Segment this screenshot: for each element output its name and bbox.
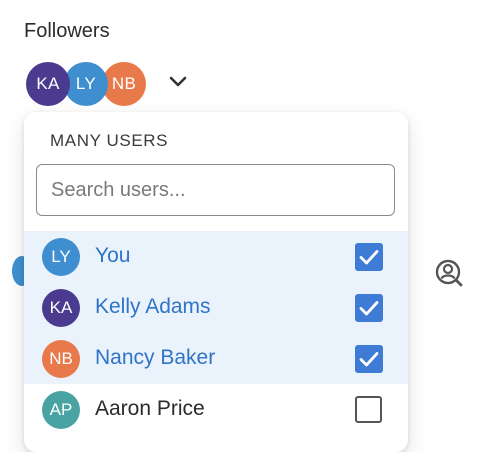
- user-list: LY You KA Kelly Adams NB Nancy Baker AP …: [24, 231, 408, 435]
- user-name: Kelly Adams: [95, 295, 211, 318]
- search-input[interactable]: [36, 164, 395, 216]
- checkbox[interactable]: [355, 243, 383, 271]
- checkbox[interactable]: [355, 396, 382, 423]
- list-item[interactable]: KA Kelly Adams: [24, 282, 408, 333]
- avatar: NB: [102, 62, 146, 106]
- dropdown-section-title: MANY USERS: [50, 131, 169, 150]
- avatar: NB: [42, 340, 80, 378]
- list-item[interactable]: AP Aaron Price: [24, 384, 408, 435]
- followers-avatar-stack[interactable]: KA LY NB: [26, 62, 156, 106]
- check-icon: [359, 301, 379, 316]
- avatar: LY: [42, 238, 80, 276]
- avatar: AP: [42, 391, 80, 429]
- avatar: LY: [64, 62, 108, 106]
- followers-label: Followers: [24, 20, 110, 42]
- user-name: Aaron Price: [95, 397, 205, 420]
- checkbox[interactable]: [355, 294, 383, 322]
- user-name: Nancy Baker: [95, 346, 216, 369]
- check-icon: [359, 250, 379, 265]
- check-icon: [359, 352, 379, 367]
- followers-dropdown: MANY USERS LY You KA Kelly Adams NB Nanc…: [24, 112, 408, 452]
- user-search-icon[interactable]: [434, 258, 464, 288]
- list-item[interactable]: LY You: [24, 231, 408, 282]
- chevron-down-icon[interactable]: [168, 74, 188, 90]
- list-item[interactable]: NB Nancy Baker: [24, 333, 408, 384]
- checkbox[interactable]: [355, 345, 383, 373]
- user-name: You: [95, 244, 131, 267]
- avatar: KA: [26, 62, 70, 106]
- avatar: KA: [42, 289, 80, 327]
